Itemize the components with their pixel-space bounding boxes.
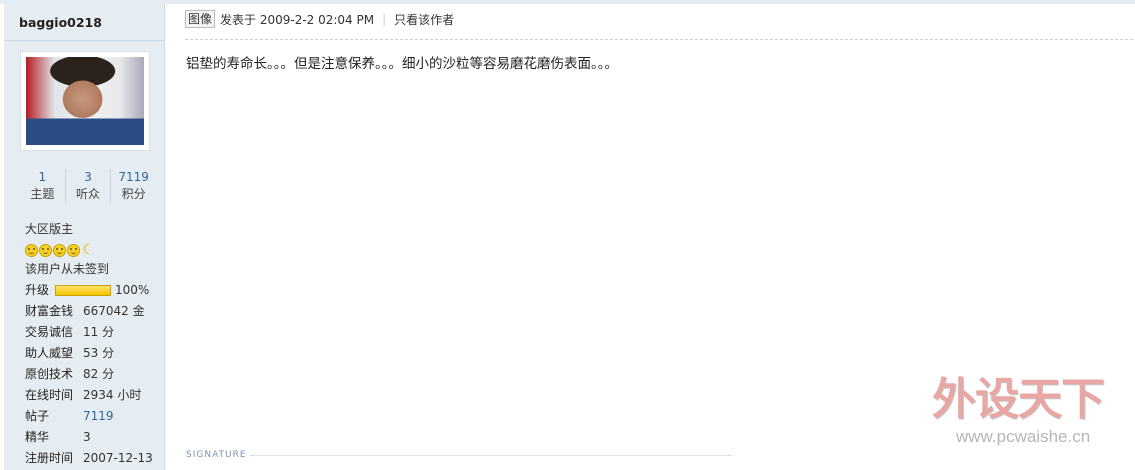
field-row: 交易诚信 11 分 [25, 322, 165, 343]
watermark-logo: 外设天下 www.pcwaishe.cn [932, 374, 1132, 448]
stat-label: 听众 [76, 187, 101, 201]
user-info: 大区版主 ☾ 该用户从未签到 升级 100% 财富金钱 667042 金 交易诚… [25, 219, 165, 469]
user-sidebar: baggio0218 1 主题 3 听众 7119 积分 大区版主 ☾ 该用户从… [4, 4, 165, 470]
field-row: 在线时间 2934 小时 [25, 385, 165, 406]
top-border [0, 0, 1135, 4]
field-row: 原创技术 82 分 [25, 364, 165, 385]
signature-label: SIGNATURE [186, 450, 247, 460]
stat-topics[interactable]: 1 主题 [20, 169, 65, 203]
post-content: 铝垫的寿命长。。。但是注意保养。。。细小的沙粒等容易磨花磨伤表面。。。 [186, 56, 618, 72]
avatar-toggle-button[interactable]: 图像 [185, 10, 216, 28]
field-value: 82 分 [83, 367, 115, 381]
signature-line [250, 454, 731, 456]
smile-icon [67, 243, 80, 257]
only-author-link[interactable]: 只看该作者 [394, 11, 454, 28]
field-key: 注册时间 [25, 451, 74, 465]
smile-icon [39, 243, 52, 257]
avatar[interactable] [26, 57, 144, 145]
field-value: 11 分 [83, 325, 115, 339]
field-value: 2007-12-13 [83, 451, 153, 465]
upgrade-label: 升级 [25, 283, 50, 297]
avatar-frame [20, 51, 150, 151]
field-value: 667042 金 [83, 304, 145, 318]
meta-separator: | [382, 12, 387, 26]
field-value: 2934 小时 [83, 388, 142, 402]
stat-value: 7119 [118, 170, 149, 184]
post-meta: 图像 发表于 2009-2-2 02:04 PM | 只看该作者 [185, 10, 454, 28]
field-row: 注册时间 2007-12-13 [25, 448, 165, 469]
stat-followers[interactable]: 3 听众 [64, 169, 111, 203]
checkin-status: 该用户从未签到 [25, 262, 110, 276]
signature-divider: SIGNATURE [186, 450, 731, 460]
stat-points[interactable]: 7119 积分 [110, 169, 156, 203]
stat-label: 积分 [121, 187, 146, 201]
meta-divider [185, 39, 1133, 40]
field-row: 助人威望 53 分 [25, 343, 165, 364]
field-row: 精华 3 [25, 427, 165, 448]
field-value: 3 [83, 430, 91, 444]
moon-icon: ☾ [82, 242, 95, 258]
watermark-title: 外设天下 [932, 374, 1105, 425]
username[interactable]: baggio0218 [4, 4, 164, 41]
smile-icon [53, 243, 66, 257]
field-value: 53 分 [83, 346, 115, 360]
user-stats: 1 主题 3 听众 7119 积分 [20, 169, 156, 203]
posts-count-link[interactable]: 7119 [83, 406, 114, 427]
field-key: 原创技术 [25, 367, 74, 381]
stat-label: 主题 [30, 187, 55, 201]
upgrade-progress-bar [55, 285, 111, 296]
stat-value: 3 [84, 170, 92, 184]
field-key: 帖子 [25, 409, 50, 423]
field-key: 助人威望 [25, 346, 74, 360]
post-date: 发表于 2009-2-2 02:04 PM [220, 12, 375, 27]
field-key: 在线时间 [25, 388, 74, 402]
smile-icon [25, 243, 38, 257]
field-key: 财富金钱 [25, 304, 74, 318]
level-icons: ☾ [25, 242, 165, 258]
watermark-url: www.pcwaishe.cn [956, 427, 1091, 446]
upgrade-row: 升级 100% [25, 280, 165, 301]
user-rank: 大区版主 [25, 222, 74, 236]
field-key: 交易诚信 [25, 325, 74, 339]
field-row: 帖子 7119 [25, 406, 165, 427]
field-key: 精华 [25, 430, 50, 444]
stat-value: 1 [38, 170, 47, 184]
upgrade-percent: 100% [115, 283, 150, 297]
field-row: 财富金钱 667042 金 [25, 301, 165, 322]
